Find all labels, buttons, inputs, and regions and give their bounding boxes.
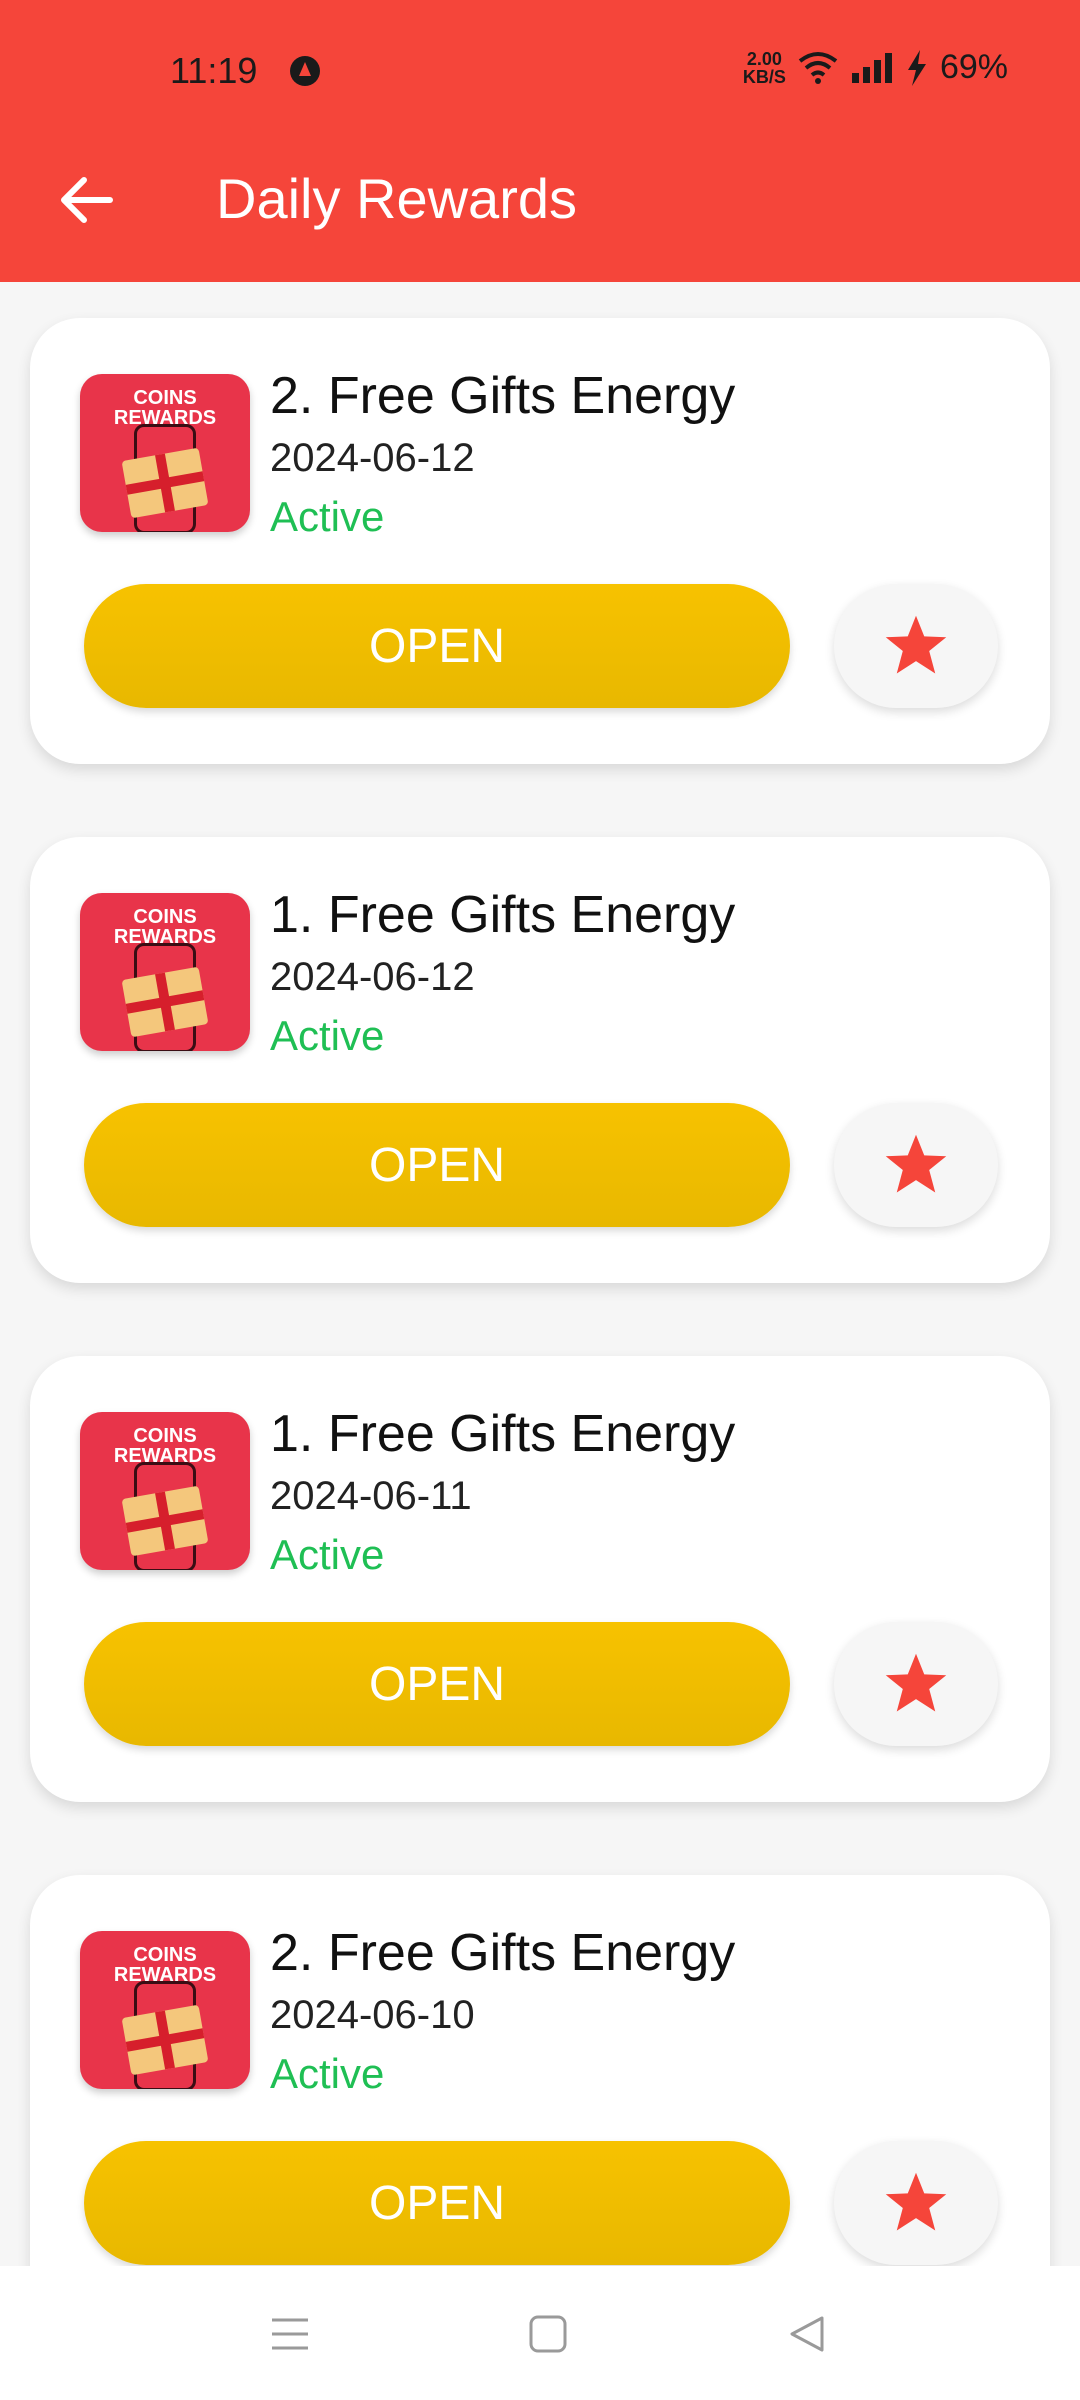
reward-title: 1. Free Gifts Energy bbox=[270, 886, 736, 944]
reward-card: COINS REWARDS 1. Free Gifts Energy 2024-… bbox=[30, 837, 1050, 1283]
back-button[interactable] bbox=[46, 160, 126, 240]
status-bar: 11:19 2.00 KB/S 69% bbox=[0, 0, 1080, 140]
status-right: 2.00 KB/S 69% bbox=[743, 48, 1008, 87]
reward-card: COINS REWARDS 2. Free Gifts Energy 2024-… bbox=[30, 1875, 1050, 2266]
star-icon bbox=[885, 1134, 947, 1193]
menu-icon bbox=[272, 2318, 308, 2350]
reward-status: Active bbox=[270, 493, 385, 540]
page-title: Daily Rewards bbox=[216, 167, 577, 230]
reward-thumbnail: COINS REWARDS bbox=[80, 1412, 250, 1570]
favorite-button[interactable] bbox=[834, 584, 998, 708]
reward-title: 1. Free Gifts Energy bbox=[270, 1405, 736, 1463]
signal-icon bbox=[851, 52, 892, 83]
system-nav-bar bbox=[0, 2266, 1080, 2400]
thumbnail-caption: COINS REWARDS bbox=[80, 1426, 250, 1466]
reward-status: Active bbox=[270, 1012, 385, 1059]
home-button[interactable] bbox=[518, 2304, 578, 2364]
thumbnail-line1: COINS bbox=[133, 387, 197, 409]
battery-percent: 69% bbox=[939, 48, 1008, 86]
notification-alert-icon bbox=[290, 56, 320, 86]
reward-thumbnail: COINS REWARDS bbox=[80, 1931, 250, 2089]
reward-status: Active bbox=[270, 1531, 385, 1578]
reward-title: 2. Free Gifts Energy bbox=[270, 367, 736, 425]
favorite-button[interactable] bbox=[834, 1622, 998, 1746]
thumbnail-line1: COINS bbox=[133, 1425, 197, 1447]
app-root: 11:19 2.00 KB/S 69% Daily Rewards COINS … bbox=[0, 0, 1080, 2400]
open-button[interactable]: OPEN bbox=[84, 584, 790, 708]
thumbnail-caption: COINS REWARDS bbox=[80, 388, 250, 428]
favorite-button[interactable] bbox=[834, 2141, 998, 2265]
arrow-left-icon bbox=[61, 177, 113, 223]
nav-back-button[interactable] bbox=[776, 2304, 836, 2364]
open-button[interactable]: OPEN bbox=[84, 1103, 790, 1227]
reward-date: 2024-06-12 bbox=[270, 436, 475, 480]
back-triangle-icon bbox=[790, 2316, 824, 2352]
star-icon bbox=[885, 1653, 947, 1712]
reward-thumbnail: COINS REWARDS bbox=[80, 893, 250, 1051]
reward-date: 2024-06-11 bbox=[270, 1474, 472, 1518]
network-speed-unit: KB/S bbox=[742, 66, 786, 87]
status-time: 11:19 bbox=[170, 50, 258, 91]
reward-thumbnail: COINS REWARDS bbox=[80, 374, 250, 532]
rewards-list[interactable]: COINS REWARDS 2. Free Gifts Energy 2024-… bbox=[0, 282, 1080, 2266]
open-button[interactable]: OPEN bbox=[84, 2141, 790, 2265]
thumbnail-caption: COINS REWARDS bbox=[80, 1945, 250, 1985]
home-square-icon bbox=[529, 2315, 567, 2353]
network-speed-value: 2.00 bbox=[746, 48, 782, 69]
network-speed: 2.00 KB/S bbox=[743, 50, 786, 86]
star-icon bbox=[885, 2172, 947, 2231]
reward-date: 2024-06-10 bbox=[270, 1993, 475, 2037]
reward-title: 2. Free Gifts Energy bbox=[270, 1924, 736, 1982]
reward-status: Active bbox=[270, 2050, 385, 2097]
reward-date: 2024-06-12 bbox=[270, 955, 475, 999]
thumbnail-caption: COINS REWARDS bbox=[80, 907, 250, 947]
charging-bolt-icon bbox=[907, 49, 926, 86]
open-button[interactable]: OPEN bbox=[84, 1622, 790, 1746]
app-header: 11:19 2.00 KB/S 69% Daily Rewards bbox=[0, 0, 1080, 282]
reward-card: COINS REWARDS 2. Free Gifts Energy 2024-… bbox=[30, 318, 1050, 764]
thumbnail-line1: COINS bbox=[133, 1944, 197, 1966]
recents-button[interactable] bbox=[260, 2304, 320, 2364]
thumbnail-line1: COINS bbox=[133, 906, 197, 928]
wifi-icon bbox=[798, 51, 838, 84]
favorite-button[interactable] bbox=[834, 1103, 998, 1227]
reward-card: COINS REWARDS 1. Free Gifts Energy 2024-… bbox=[30, 1356, 1050, 1802]
star-icon bbox=[885, 615, 947, 674]
